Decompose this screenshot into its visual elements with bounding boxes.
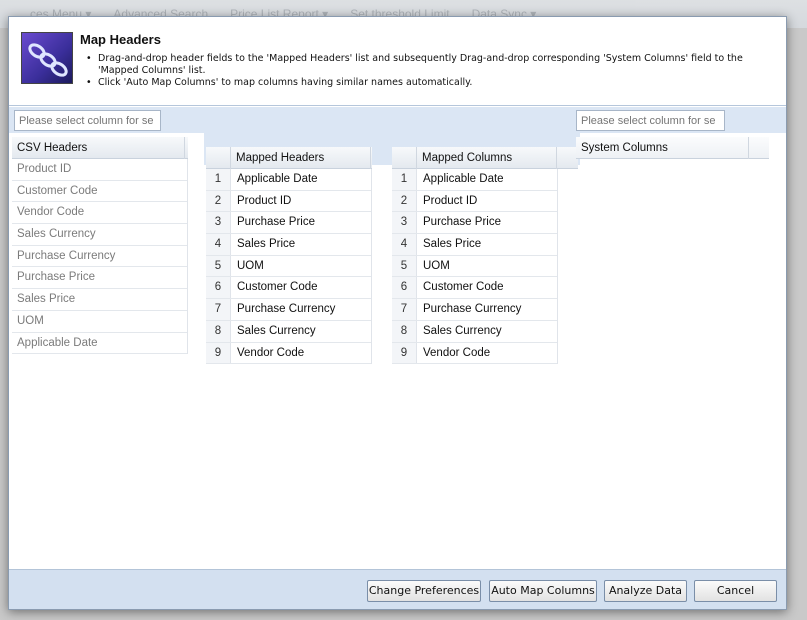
csv-headers-header: CSV Headers — [12, 137, 188, 159]
mapped-header-row[interactable]: 1 Applicable Date — [206, 169, 371, 191]
mapped-column-label: Customer Code — [423, 281, 504, 294]
csv-row-product-id[interactable]: Product ID — [12, 159, 187, 181]
row-number-column — [392, 147, 417, 169]
row-number: 2 — [392, 190, 417, 212]
row-number: 9 — [392, 342, 417, 364]
cancel-button[interactable]: Cancel — [694, 580, 777, 602]
mapped-header-row[interactable]: 3 Purchase Price — [206, 212, 371, 235]
row-number: 6 — [206, 277, 231, 299]
mapped-column-label: Sales Currency — [423, 324, 502, 337]
row-number: 7 — [392, 299, 417, 320]
mapped-column-label: Applicable Date — [423, 173, 504, 185]
csv-row-sales-price[interactable]: Sales Price — [12, 289, 187, 311]
mapped-columns-column[interactable]: Mapped Columns — [417, 147, 557, 169]
mapped-column-label: Product ID — [423, 194, 478, 207]
mapped-column-row[interactable]: 2 Product ID — [392, 190, 557, 213]
chain-link-icon — [21, 32, 73, 84]
mapped-header-row[interactable]: 2 Product ID — [206, 190, 371, 213]
dialog-footer: Change Preferences Auto Map Columns Anal… — [9, 569, 786, 609]
analyze-data-button[interactable]: Analyze Data — [604, 580, 687, 602]
map-headers-dialog: Map Headers Drag-and-drop header fields … — [8, 16, 787, 610]
mapped-columns-header: Mapped Columns — [392, 147, 578, 169]
dialog-title: Map Headers — [80, 32, 161, 47]
mapped-column-row[interactable]: 6 Customer Code — [392, 277, 557, 300]
csv-row-uom[interactable]: UOM — [12, 311, 187, 333]
csv-row-sales-currency[interactable]: Sales Currency — [12, 224, 187, 246]
mapping-area: CSV Headers Product ID Customer Code Ven… — [9, 107, 786, 569]
csv-search-input[interactable] — [14, 110, 161, 131]
instruction-item: Click 'Auto Map Columns' to map columns … — [86, 77, 776, 89]
mapped-column-label: Sales Price — [423, 238, 482, 251]
mapped-header-label: Vendor Code — [237, 346, 305, 359]
mapped-header-label: Customer Code — [237, 281, 318, 294]
mapped-header-label: Purchase Price — [237, 216, 315, 229]
csv-row-purchase-currency[interactable]: Purchase Currency — [12, 246, 187, 268]
mapped-column-row[interactable]: 9 Vendor Code — [392, 342, 557, 365]
mapped-header-label: Sales Currency — [237, 324, 316, 337]
row-number: 7 — [206, 299, 231, 320]
row-number-column — [206, 147, 231, 169]
csv-row-purchase-price[interactable]: Purchase Price — [12, 267, 187, 290]
system-columns-header: System Columns — [576, 137, 769, 159]
mapped-header-label: Purchase Currency — [237, 303, 336, 316]
mapped-header-row[interactable]: 9 Vendor Code — [206, 342, 371, 365]
mapped-column-row[interactable]: 7 Purchase Currency — [392, 299, 557, 321]
row-number: 4 — [392, 234, 417, 255]
mapped-header-label: UOM — [237, 259, 264, 272]
row-number: 8 — [206, 320, 231, 342]
mapped-headers-column[interactable]: Mapped Headers — [231, 147, 371, 169]
row-number: 8 — [392, 320, 417, 342]
mapped-columns-list: 1 Applicable Date 2 Product ID 3 Purchase P… — [392, 169, 558, 365]
row-number: 5 — [206, 255, 231, 277]
mapped-header-row[interactable]: 6 Customer Code — [206, 277, 371, 300]
row-number: 4 — [206, 234, 231, 255]
system-columns-list[interactable] — [576, 159, 769, 559]
mapped-header-row[interactable]: 7 Purchase Currency — [206, 299, 371, 321]
mapped-header-label: Applicable Date — [237, 173, 318, 185]
mapped-header-label: Sales Price — [237, 238, 296, 251]
csv-row-vendor-code[interactable]: Vendor Code — [12, 202, 187, 225]
mapped-column-label: UOM — [423, 259, 450, 272]
mapped-column-row[interactable]: 5 UOM — [392, 255, 557, 278]
csv-row-applicable-date[interactable]: Applicable Date — [12, 333, 187, 355]
csv-headers-list: Product ID Customer Code Vendor Code Sal… — [12, 159, 188, 355]
system-columns-column[interactable]: System Columns — [576, 137, 749, 159]
row-number: 6 — [392, 277, 417, 299]
instruction-item: Drag-and-drop header fields to the 'Mapp… — [86, 53, 776, 77]
mapped-column-row[interactable]: 1 Applicable Date — [392, 169, 557, 191]
mapped-column-row[interactable]: 4 Sales Price — [392, 234, 557, 256]
csv-headers-column[interactable]: CSV Headers — [12, 137, 185, 159]
row-number: 1 — [206, 169, 231, 190]
mapped-column-row[interactable]: 3 Purchase Price — [392, 212, 557, 235]
mapped-header-row[interactable]: 8 Sales Currency — [206, 320, 371, 343]
mapped-column-row[interactable]: 8 Sales Currency — [392, 320, 557, 343]
row-number: 2 — [206, 190, 231, 212]
instructions-list: Drag-and-drop header fields to the 'Mapp… — [86, 53, 776, 89]
system-search-input[interactable] — [576, 110, 725, 131]
mapped-header-row[interactable]: 5 UOM — [206, 255, 371, 278]
dialog-header: Map Headers Drag-and-drop header fields … — [9, 17, 786, 106]
mapped-column-label: Vendor Code — [423, 346, 491, 359]
row-number: 3 — [392, 212, 417, 234]
mapped-headers-header: Mapped Headers — [206, 147, 372, 169]
mapped-header-row[interactable]: 4 Sales Price — [206, 234, 371, 256]
mapped-column-label: Purchase Currency — [423, 303, 522, 316]
mapped-headers-list: 1 Applicable Date 2 Product ID 3 Purchase P… — [206, 169, 372, 365]
mapped-column-label: Purchase Price — [423, 216, 501, 229]
row-number: 3 — [206, 212, 231, 234]
auto-map-columns-button[interactable]: Auto Map Columns — [489, 580, 597, 602]
row-number: 5 — [392, 255, 417, 277]
mapped-header-label: Product ID — [237, 194, 292, 207]
change-preferences-button[interactable]: Change Preferences — [367, 580, 481, 602]
row-number: 1 — [392, 169, 417, 190]
row-number: 9 — [206, 342, 231, 364]
csv-row-customer-code[interactable]: Customer Code — [12, 181, 187, 203]
